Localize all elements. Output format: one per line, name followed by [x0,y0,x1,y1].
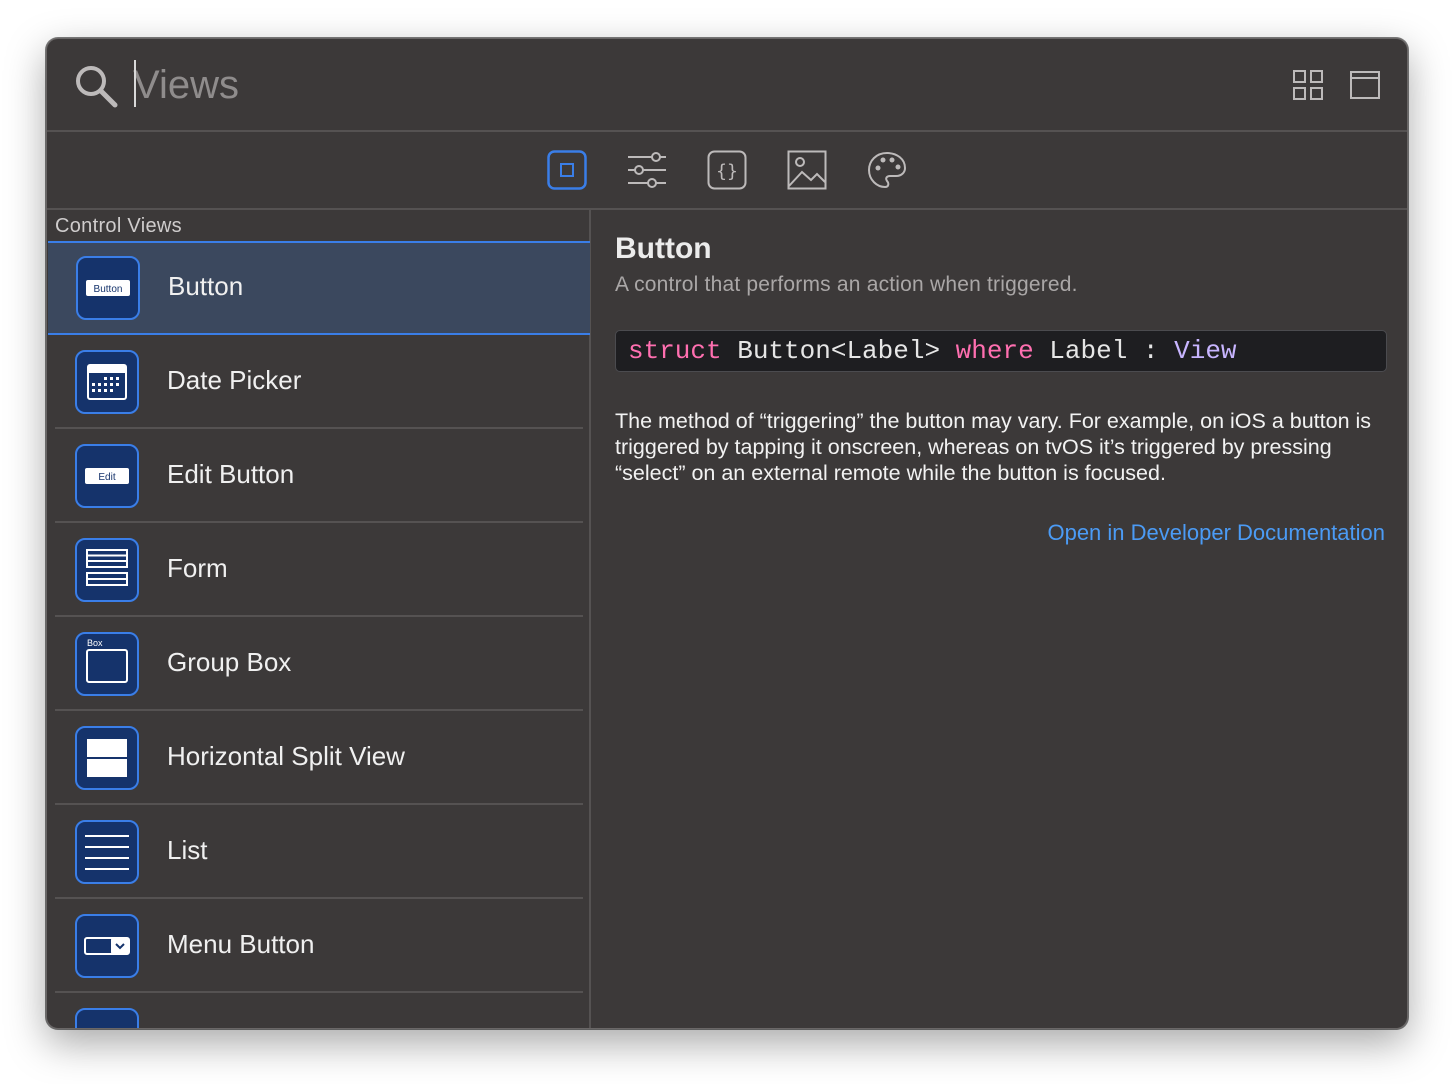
views-icon[interactable] [547,150,587,190]
detail-pane: Button A control that performs an action… [615,210,1387,1028]
developer-documentation-link[interactable]: Open in Developer Documentation [1047,520,1385,546]
calendar-tile-icon [75,350,139,414]
list-item-label: Horizontal Split View [167,741,405,771]
form-tile-icon [75,538,139,602]
detail-description: The method of “triggering” the button ma… [615,409,1372,485]
list-item-label: Button [168,271,244,301]
views-list: Button Button Date Picker Edit Edit Butt… [47,241,591,1028]
section-header: Control Views [55,215,182,237]
library-window: {} Control Views [46,38,1408,1029]
search-bar [47,39,1407,132]
declaration-code: struct Button<Label> where Label : View [615,330,1387,372]
button-tile-icon: Button [76,256,140,320]
single-column-icon[interactable] [1349,69,1381,101]
category-bar: {} [47,132,1407,210]
list-item-edit-button[interactable]: Edit Edit Button [47,429,591,523]
list-item-label: Date Picker [167,365,302,395]
horizontal-split-tile-icon [75,726,139,790]
list-item-label: Edit Button [167,459,295,489]
menu-button-tile-icon [75,914,139,978]
modifiers-icon[interactable] [627,150,667,190]
list-tile-icon [75,820,139,884]
views-list-pane: Control Views Button Button Date Picker … [47,210,591,1028]
code-type: View [1174,336,1237,366]
grid-icon[interactable] [1292,69,1324,101]
partial-tile-icon [75,1008,139,1028]
snippets-icon[interactable]: {} [707,150,747,190]
list-item-partial[interactable] [47,993,591,1028]
group-box-tile-icon: Box [75,632,139,696]
detail-subtitle: A control that performs an action when t… [615,273,1078,296]
color-palette-icon[interactable] [867,150,907,190]
list-item-label: Group Box [167,647,292,677]
code-text: Button<Label> [721,336,956,366]
list-item-menu-button[interactable]: Menu Button [47,899,591,993]
list-item-label: Menu Button [167,929,315,959]
code-text: Label : [1033,336,1175,366]
svg-text:Button: Button [94,284,123,295]
detail-title: Button [615,232,712,265]
list-item-horizontal-split-view[interactable]: Horizontal Split View [47,711,591,805]
edit-button-tile-icon: Edit [75,444,139,508]
image-icon[interactable] [787,150,827,190]
svg-text:Box: Box [87,638,103,648]
list-item-date-picker[interactable]: Date Picker [47,335,591,429]
code-keyword: where [955,336,1034,366]
list-item-label: Form [167,553,228,583]
search-icon [76,66,118,108]
svg-text:Edit: Edit [98,472,115,483]
list-item-group-box[interactable]: Box Group Box [47,617,591,711]
text-caret [134,60,136,107]
code-keyword: struct [628,336,722,366]
svg-text:{}: {} [716,161,738,182]
list-item-button[interactable]: Button Button [48,241,590,335]
search-input[interactable] [133,55,1233,115]
list-item-form[interactable]: Form [47,523,591,617]
list-item-label: List [167,835,208,865]
list-item-list[interactable]: List [47,805,591,899]
